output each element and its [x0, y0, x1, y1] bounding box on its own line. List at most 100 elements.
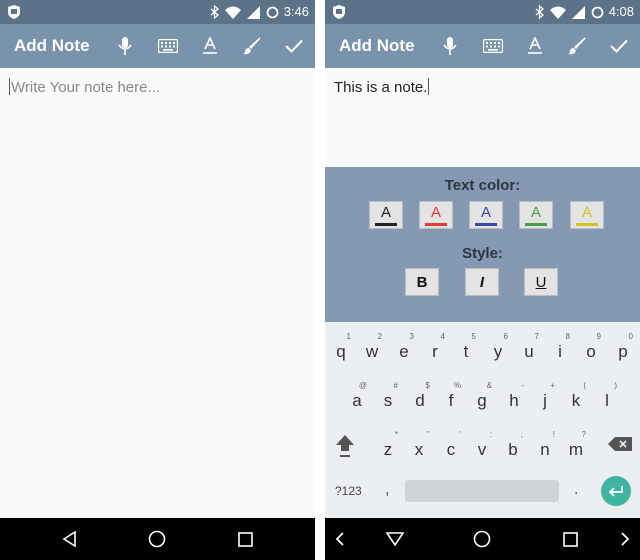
brush-icon[interactable] — [565, 34, 589, 58]
home-icon[interactable] — [147, 529, 167, 549]
text-cursor — [9, 78, 10, 95]
key-j[interactable]: + j — [531, 375, 559, 413]
note-text: This is a note. — [334, 79, 428, 96]
backspace-key[interactable] — [606, 424, 634, 462]
key-r[interactable]: 4r — [421, 326, 449, 364]
italic-button[interactable]: I — [465, 268, 499, 296]
note-input[interactable]: Write Your note here... — [0, 68, 315, 168]
app-bar: Add Note — [0, 24, 315, 68]
key-y[interactable]: 6y — [484, 326, 512, 364]
key-w[interactable]: 2w — [358, 326, 386, 364]
chevron-left-icon[interactable] — [330, 529, 350, 549]
key-s[interactable]: # s — [374, 375, 402, 413]
key-label: d — [415, 391, 425, 410]
comma-key[interactable]: , — [385, 481, 389, 499]
key-z[interactable]: * z — [374, 424, 402, 462]
key-h[interactable]: -h — [500, 375, 528, 413]
key-hint: ' — [459, 430, 461, 439]
text-format-icon[interactable] — [523, 34, 547, 58]
format-panel: Text color: A A A A A Style: B I U — [325, 167, 640, 322]
text-format-icon[interactable] — [198, 34, 222, 58]
swatch-color-bar — [475, 222, 497, 226]
key-hint: 8 — [565, 332, 570, 341]
note-placeholder: Write Your note here... — [11, 79, 160, 96]
shift-key[interactable] — [331, 424, 359, 462]
key-e[interactable]: 3e — [390, 326, 418, 364]
key-l[interactable]: ) l — [593, 375, 621, 413]
swatch-color-bar — [525, 222, 547, 226]
key-label: r — [432, 342, 438, 361]
text-color-swatch[interactable]: A — [419, 201, 453, 229]
keyboard-icon[interactable] — [156, 34, 180, 58]
text-color-swatch[interactable]: A — [469, 201, 503, 229]
key-label: y — [493, 342, 503, 361]
space-key[interactable] — [405, 480, 559, 502]
key-hint: ! — [552, 430, 555, 439]
key-m[interactable]: ? m — [562, 424, 590, 462]
check-icon[interactable] — [282, 34, 306, 58]
back-icon[interactable] — [385, 529, 405, 549]
key-b[interactable]: ; b — [499, 424, 527, 462]
home-icon[interactable] — [472, 529, 492, 549]
key-p[interactable]: 0p — [609, 326, 637, 364]
key-v[interactable]: :v — [468, 424, 496, 462]
key-n[interactable]: ! n — [531, 424, 559, 462]
back-icon[interactable] — [60, 529, 80, 549]
recents-icon[interactable] — [235, 529, 255, 549]
key-hint: ( — [583, 381, 586, 390]
swatch-glyph: A — [581, 203, 592, 221]
note-input[interactable]: This is a note. — [325, 68, 640, 168]
key-label: x — [414, 440, 424, 459]
key-hint: 0 — [628, 332, 633, 341]
key-hint: 4 — [440, 332, 445, 341]
key-label: n — [540, 440, 550, 459]
key-g[interactable]: & g — [468, 375, 496, 413]
key-q[interactable]: 1q — [327, 326, 355, 364]
key-f[interactable]: % f — [437, 375, 465, 413]
microphone-icon[interactable] — [113, 34, 137, 58]
key-c[interactable]: ' c — [437, 424, 465, 462]
key-label: w — [365, 342, 379, 361]
key-label: p — [618, 342, 628, 361]
screen-divider — [315, 0, 325, 560]
key-t[interactable]: 5t — [452, 326, 480, 364]
text-color-swatch[interactable]: A — [519, 201, 553, 229]
check-icon[interactable] — [607, 34, 631, 58]
underline-button[interactable]: U — [524, 268, 558, 296]
enter-key[interactable] — [601, 476, 631, 506]
key-hint: * — [394, 430, 398, 439]
text-color-swatch[interactable]: A — [369, 201, 403, 229]
microphone-icon[interactable] — [438, 34, 462, 58]
key-d[interactable]: $ d — [406, 375, 434, 413]
key-hint: 1 — [346, 332, 351, 341]
key-a[interactable]: @ a — [343, 375, 371, 413]
status-time: 4:08 — [608, 4, 634, 19]
brush-icon[interactable] — [240, 34, 264, 58]
key-label: g — [477, 391, 487, 410]
key-hint: @ — [358, 381, 367, 390]
key-label: q — [336, 342, 346, 361]
key-label: h — [509, 391, 519, 410]
key-o[interactable]: 9o — [577, 326, 605, 364]
period-key[interactable]: . — [574, 481, 578, 499]
chevron-right-icon[interactable] — [615, 529, 635, 549]
symbols-key[interactable]: ?123 — [335, 484, 362, 498]
key-hint: % — [453, 381, 461, 390]
key-i[interactable]: 8i — [546, 326, 574, 364]
key-hint: - — [521, 381, 524, 390]
key-label: s — [383, 391, 393, 410]
key-hint: 9 — [596, 332, 601, 341]
text-color-label: Text color: — [444, 177, 521, 194]
key-k[interactable]: (k — [562, 375, 590, 413]
key-hint: ? — [581, 430, 586, 439]
key-x[interactable]: " x — [405, 424, 433, 462]
swatch-glyph: A — [480, 203, 491, 221]
keyboard-icon[interactable] — [481, 34, 505, 58]
bold-button[interactable]: B — [405, 268, 439, 296]
navigation-bar — [0, 518, 315, 560]
swatch-color-bar — [576, 222, 598, 226]
text-color-swatch[interactable]: A — [570, 201, 604, 229]
key-u[interactable]: 7u — [515, 326, 543, 364]
left-screen: 3:46 Add Note Write Your note here... — [0, 0, 315, 560]
recents-icon[interactable] — [560, 529, 580, 549]
